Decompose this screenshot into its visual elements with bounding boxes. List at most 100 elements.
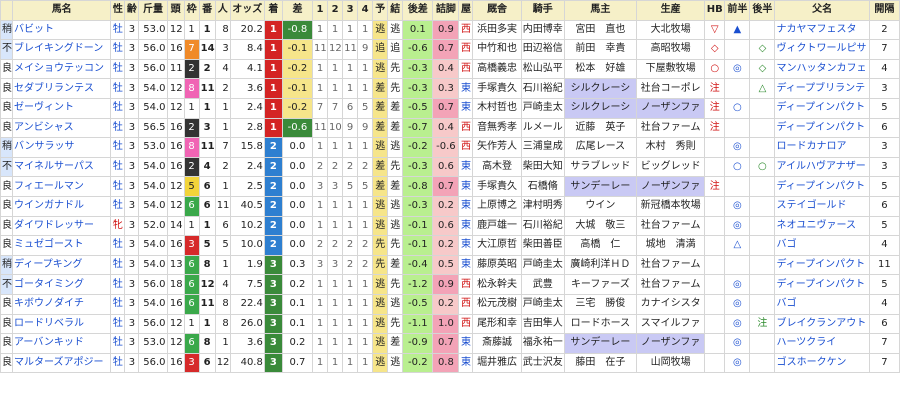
jockey-cell: 武士沢友 [520,352,565,374]
weight-cell: 53.0 [138,19,168,41]
horse-name-link[interactable]: マイネルサーパス [12,156,112,178]
sire-link[interactable]: ヴィクトワールピサ [774,39,870,60]
horse-name-link[interactable]: ブレイキングドーン [12,39,112,60]
column-header[interactable]: 詰脚 [432,0,460,21]
number-cell: 11 [198,78,216,99]
track-condition: 良 [0,97,14,119]
column-header[interactable]: 2 [327,0,344,21]
column-header[interactable]: 結 [387,0,404,21]
column-header[interactable]: 開隔 [868,0,900,21]
column-header[interactable]: 馬主 [563,0,638,21]
horse-name-link[interactable]: ウインガナドル [12,195,112,217]
sire-link[interactable]: アイルハヴアナザー [774,156,870,178]
hb-mark: 注 [704,97,726,119]
region-cell: 西 [458,274,474,295]
column-header[interactable]: 1 [311,0,329,21]
horse-name-link[interactable]: メイショウテッコン [12,58,112,80]
sire-link[interactable]: ディープブリランテ [774,78,870,99]
interval-cell: 3 [868,156,900,178]
sire-link[interactable]: ナカヤマフェスタ [774,19,870,41]
owner-cell: 高橋 仁 [563,235,638,256]
jockey-cell: 内田博幸 [520,19,565,41]
column-header[interactable]: オッズ [229,0,265,21]
column-header[interactable]: 性 [110,0,126,21]
column-header[interactable]: 生産 [636,0,706,21]
column-header[interactable]: HB [704,0,726,21]
horse-name-link[interactable]: フィエールマン [12,176,112,197]
gate-cell: 1 [183,313,200,335]
second-half-mark [749,274,776,295]
field-size-cell: 13 [166,254,185,276]
age-cell: 3 [124,137,140,158]
horse-name-link[interactable]: ダイワドレッサー [12,215,112,237]
region-cell: 西 [458,313,474,335]
horse-name-link[interactable]: バンサラッサ [12,137,112,158]
horse-name-link[interactable]: マルターズアポジー [12,352,112,374]
finish-cell: 2 [263,137,283,158]
column-header[interactable]: 頭 [166,0,185,21]
sire-link[interactable]: ディープインパクト [774,97,870,119]
interval-cell: 3 [868,137,900,158]
closing-cell: 0.2 [432,235,460,256]
pos1-cell: 1 [311,313,329,335]
column-header[interactable]: 3 [342,0,359,21]
column-header[interactable]: 番 [198,0,216,21]
column-header[interactable]: 4 [357,0,374,21]
predicted-style-cell: 差 [372,176,389,197]
sire-link[interactable]: ネオユニヴァース [774,215,870,237]
column-header[interactable]: 後差 [402,0,434,21]
sire-link[interactable]: ロードカナロア [774,137,870,158]
horse-name-link[interactable]: ディープキング [12,254,112,276]
margin-cell: 0.3 [281,254,313,276]
age-cell: 3 [124,352,140,374]
horse-name-link[interactable]: ゴータイミング [12,274,112,295]
horse-name-link[interactable]: アンビシャス [12,117,112,139]
weight-cell: 53.0 [138,333,168,354]
column-header[interactable]: 斤量 [138,0,168,21]
number-cell: 8 [198,254,216,276]
column-header[interactable]: 屋 [458,0,474,21]
horse-name-link[interactable]: ゼーヴィント [12,97,112,119]
finish-cell: 2 [263,215,283,237]
breeder-cell: 下屋敷牧場 [636,58,706,80]
column-header[interactable]: 枠 [183,0,200,21]
column-header[interactable]: 着 [263,0,283,21]
sire-link[interactable]: ディープインパクト [774,254,870,276]
odds-cell: 8.4 [229,39,265,60]
sire-link[interactable]: マンハッタンカフェ [774,58,870,80]
horse-name-link[interactable]: セダブリランテス [12,78,112,99]
column-header[interactable]: 父名 [774,0,870,21]
age-cell: 3 [124,19,140,41]
column-header[interactable]: 後半 [749,0,776,21]
sire-link[interactable]: ディープインパクト [774,117,870,139]
pos4-cell: 1 [357,78,374,99]
table-row: 良メイショウテッコン牡 3 56.0 11 2 2 4 4.1 1 -0.2 1 1 1 1 逃先 -0.3 0… [0,58,900,80]
hb-mark [704,352,726,374]
sire-link[interactable]: ゴスホークケン [774,352,870,374]
pos2-cell: 1 [327,293,344,315]
column-header[interactable]: 騎手 [520,0,565,21]
horse-name-link[interactable]: ミュゼゴースト [12,235,112,256]
column-header[interactable]: 予 [372,0,389,21]
sire-link[interactable]: バゴ [774,235,870,256]
owner-cell: 藤田 在子 [563,352,638,374]
sire-link[interactable]: ブレイクランアウト [774,313,870,335]
horse-name-link[interactable]: バビット [12,19,112,41]
column-header[interactable]: 厩舎 [472,0,522,21]
horse-name-link[interactable]: ロードリベラル [12,313,112,335]
hb-mark: ▽ [704,19,726,41]
sire-link[interactable]: バゴ [774,293,870,315]
column-header[interactable]: 差 [281,0,313,21]
column-header[interactable]: 人 [214,0,231,21]
sire-link[interactable]: ハーツクライ [774,333,870,354]
horse-name-link[interactable]: キボウノダイチ [12,293,112,315]
column-header[interactable]: 齢 [124,0,140,21]
sire-link[interactable]: ディープインパクト [774,274,870,295]
horse-name-link[interactable]: アーバンキッド [12,333,112,354]
column-header[interactable]: 前半 [724,0,751,21]
sire-link[interactable]: ステイゴールド [774,195,870,217]
sire-link[interactable]: ディープインパクト [774,176,870,197]
weight-cell: 56.0 [138,274,168,295]
column-header[interactable]: 馬名 [12,0,112,21]
result-style-cell: 先 [387,235,404,256]
